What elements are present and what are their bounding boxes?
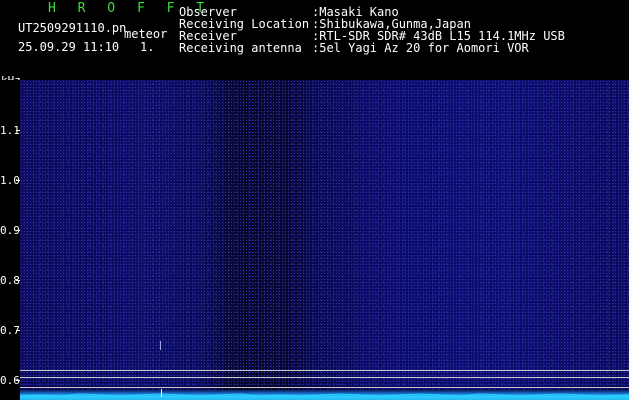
detection-tag: meteor — [124, 27, 168, 41]
meteor-spectrum-peak — [161, 389, 162, 397]
y-tick-label: 0.6 — [0, 374, 20, 387]
waterfall-noise — [20, 80, 629, 400]
header-panel: H R O F F T UT2509291110.pn meteor 25.09… — [0, 0, 629, 80]
waterfall-spectrogram[interactable] — [20, 80, 629, 400]
y-tick-label: 0.9 — [0, 224, 20, 237]
guide-line — [20, 377, 629, 378]
guide-line — [20, 370, 629, 371]
count-label: 1. — [140, 40, 155, 54]
datetime-label: 25.09.29 11:10 — [18, 40, 120, 54]
field-value-antenna: :5el Yagi Az 20 for Aomori VOR — [312, 41, 529, 55]
spectrum-trace — [20, 393, 629, 397]
y-tick-label: 1.0 — [0, 174, 20, 187]
y-tick-label: 1.1 — [0, 124, 20, 137]
filename-label: UT2509291110.pn — [18, 21, 127, 35]
y-tick-label: 0.8 — [0, 274, 20, 287]
field-label-antenna: Receiving antenna — [179, 41, 302, 55]
meteor-echo — [160, 341, 161, 350]
y-tick-label: 0.7 — [0, 324, 20, 337]
